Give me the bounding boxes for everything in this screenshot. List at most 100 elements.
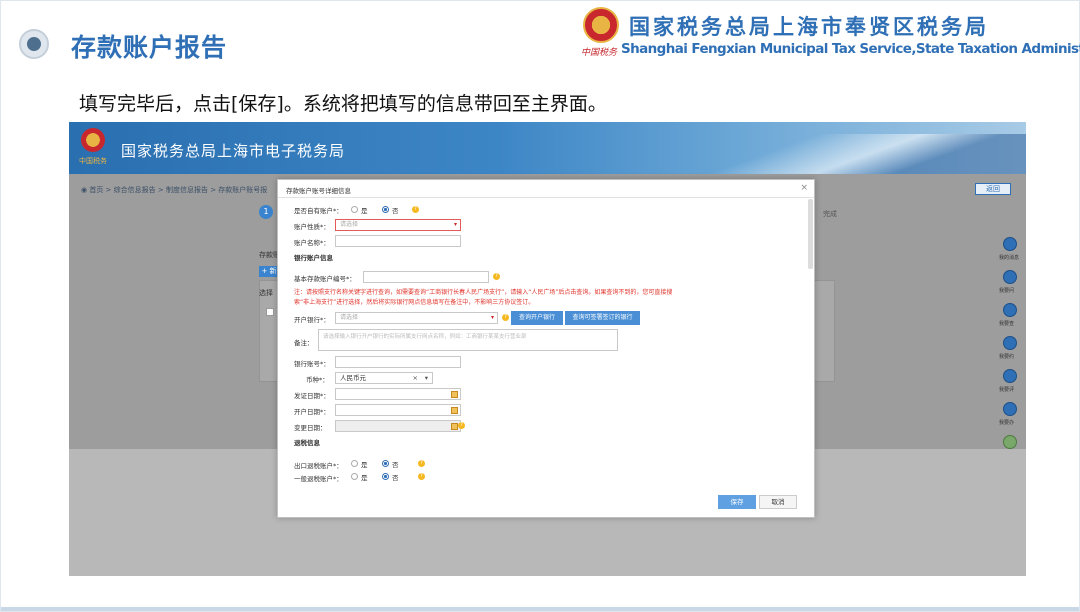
bullet-icon: [19, 29, 49, 59]
help-icon[interactable]: ?: [418, 460, 425, 467]
banner-logo-icon: [81, 128, 105, 152]
side-item-robot[interactable]: [999, 435, 1023, 468]
side-item-message[interactable]: 我的消息: [999, 237, 1023, 270]
currency-select[interactable]: 人民币元 × ▾: [335, 372, 433, 384]
clear-icon[interactable]: ×: [413, 373, 418, 383]
great-wall-graphic: [606, 134, 1026, 174]
export-refund-yes-radio[interactable]: [351, 460, 358, 467]
bank-account-no-label: 银行账号*：: [294, 360, 330, 368]
side-item-label: 我要办: [999, 420, 1015, 426]
search-icon: [1003, 303, 1017, 317]
emblem-disc: [583, 7, 619, 43]
change-date-input: [335, 420, 461, 432]
is-self-account-label: 是否自有账户*：: [294, 207, 343, 215]
self-account-yes-label: 是: [361, 207, 368, 215]
self-account-yes-radio[interactable]: [351, 206, 358, 213]
message-icon: [1003, 237, 1017, 251]
open-date-input[interactable]: [335, 404, 461, 416]
chevron-down-icon: ▾: [490, 314, 494, 321]
breadcrumb[interactable]: ◉ 首页 > 综合信息报告 > 制度信息报告 > 存款账户账号报: [81, 185, 267, 195]
side-item-appointment[interactable]: 我要约: [999, 336, 1023, 369]
general-refund-label: 一般退税账户*：: [294, 475, 343, 483]
row-checkbox[interactable]: [266, 308, 274, 316]
side-item-search[interactable]: 我要查: [999, 303, 1023, 336]
bank-section-title: 银行账户信息: [294, 254, 333, 262]
export-refund-label: 出口退税账户*：: [294, 462, 343, 470]
export-refund-no-radio[interactable]: [382, 460, 389, 467]
open-bank-label: 开户银行*：: [294, 316, 330, 324]
org-name-cn: 国家税务总局上海市奉贤区税务局: [629, 15, 989, 39]
help-icon[interactable]: ?: [418, 473, 425, 480]
refund-section-title: 退税信息: [294, 439, 320, 447]
open-date-label: 开户日期*：: [294, 408, 330, 416]
bank-query-note: 注：请按照支行名称关键字进行查询，如需要查询“工商银行长春人民广场支行”，请输入…: [294, 289, 673, 306]
dialog-scrollbar[interactable]: [808, 199, 813, 269]
instruction-text: 填写完毕后，点击[保存]。系统将把填写的信息带回至主界面。: [79, 93, 607, 115]
help-icon[interactable]: ?: [493, 273, 500, 280]
tax-emblem-icon: 中国税务: [581, 7, 621, 59]
currency-label: 币种*：: [306, 376, 329, 384]
account-name-label: 账户名称*：: [294, 239, 330, 247]
step-complete-label: 完成: [823, 210, 837, 218]
back-button[interactable]: 返回: [975, 183, 1011, 195]
general-refund-no-radio[interactable]: [382, 473, 389, 480]
close-icon[interactable]: ×: [800, 183, 808, 193]
export-refund-no-label: 否: [392, 461, 399, 469]
side-item-edit[interactable]: 我要办: [999, 402, 1023, 435]
slide-title: 存款账户报告: [71, 33, 228, 62]
help-icon[interactable]: ?: [412, 206, 419, 213]
org-name-en: Shanghai Fengxian Municipal Tax Service,…: [621, 41, 1080, 57]
account-nature-select[interactable]: 请选择 ▾: [335, 219, 461, 231]
side-item-question[interactable]: 我要问: [999, 270, 1023, 303]
side-item-evaluate[interactable]: 我要评: [999, 369, 1023, 402]
dialog-title: 存款账户账号详细信息: [286, 187, 351, 195]
evaluate-icon: [1003, 369, 1017, 383]
slide: 存款账户报告 中国税务 国家税务总局上海市奉贤区税务局 Shanghai Fen…: [0, 0, 1080, 612]
currency-value: 人民币元: [340, 374, 366, 382]
account-name-input[interactable]: [335, 235, 461, 247]
banner-title: 国家税务总局上海市电子税务局: [121, 142, 346, 160]
query-signed-bank-button[interactable]: 查询可签署签订的银行: [565, 311, 640, 325]
question-icon: [1003, 270, 1017, 284]
calendar-icon[interactable]: [451, 391, 458, 398]
help-icon[interactable]: ?: [458, 422, 465, 429]
add-button[interactable]: + 新: [259, 266, 279, 277]
side-item-label: 我要约: [999, 354, 1015, 360]
self-account-no-radio[interactable]: [382, 206, 389, 213]
appointment-icon: [1003, 336, 1017, 350]
issue-date-label: 发证日期*：: [294, 392, 330, 400]
help-icon[interactable]: ?: [502, 314, 509, 321]
edit-icon: [1003, 402, 1017, 416]
basic-account-no-label: 基本存款账户编号*：: [294, 275, 356, 283]
open-bank-select[interactable]: 请选择 ▾: [335, 312, 498, 324]
dialog-header: 存款账户账号详细信息 ×: [278, 180, 814, 198]
self-account-no-label: 否: [392, 207, 399, 215]
general-refund-no-label: 否: [392, 474, 399, 482]
select-column-header: 选择: [259, 289, 273, 297]
remark-textarea[interactable]: 请选择输入银行开户银行的实际所属支行网点名称，例如：工商银行某某支行营业部: [318, 329, 618, 351]
general-refund-yes-label: 是: [361, 474, 368, 482]
chevron-down-icon: ▾: [453, 221, 457, 228]
issue-date-input[interactable]: [335, 388, 461, 400]
banner-logo-text: 中国税务: [79, 157, 107, 165]
step-indicator: 1: [259, 205, 273, 219]
change-date-label: 变更日期：: [294, 424, 327, 432]
slide-bottom-bar: [1, 607, 1079, 611]
calendar-icon[interactable]: [451, 407, 458, 414]
side-item-label: 我要问: [999, 288, 1015, 294]
app-screenshot: 中国税务 国家税务总局上海市电子税务局 ◉ 首页 > 综合信息报告 > 制度信息…: [69, 122, 1026, 576]
side-toolbar: 我的消息 我要问 我要查 我要约 我要评 我要办: [999, 237, 1023, 468]
save-button[interactable]: 保存: [718, 495, 756, 509]
calendar-icon: [451, 423, 458, 430]
general-refund-yes-radio[interactable]: [351, 473, 358, 480]
account-nature-placeholder: 请选择: [340, 221, 359, 228]
query-bank-button[interactable]: 查询开户银行: [511, 311, 563, 325]
cancel-button[interactable]: 取消: [759, 495, 797, 509]
side-item-label: 我的消息: [999, 255, 1020, 261]
app-banner: 中国税务 国家税务总局上海市电子税务局: [69, 122, 1026, 174]
account-nature-label: 账户性质*：: [294, 223, 330, 231]
open-bank-placeholder: 请选择: [340, 314, 359, 321]
side-item-label: 我要评: [999, 387, 1015, 393]
bank-account-no-input[interactable]: [335, 356, 461, 368]
basic-account-no-input[interactable]: [363, 271, 489, 283]
